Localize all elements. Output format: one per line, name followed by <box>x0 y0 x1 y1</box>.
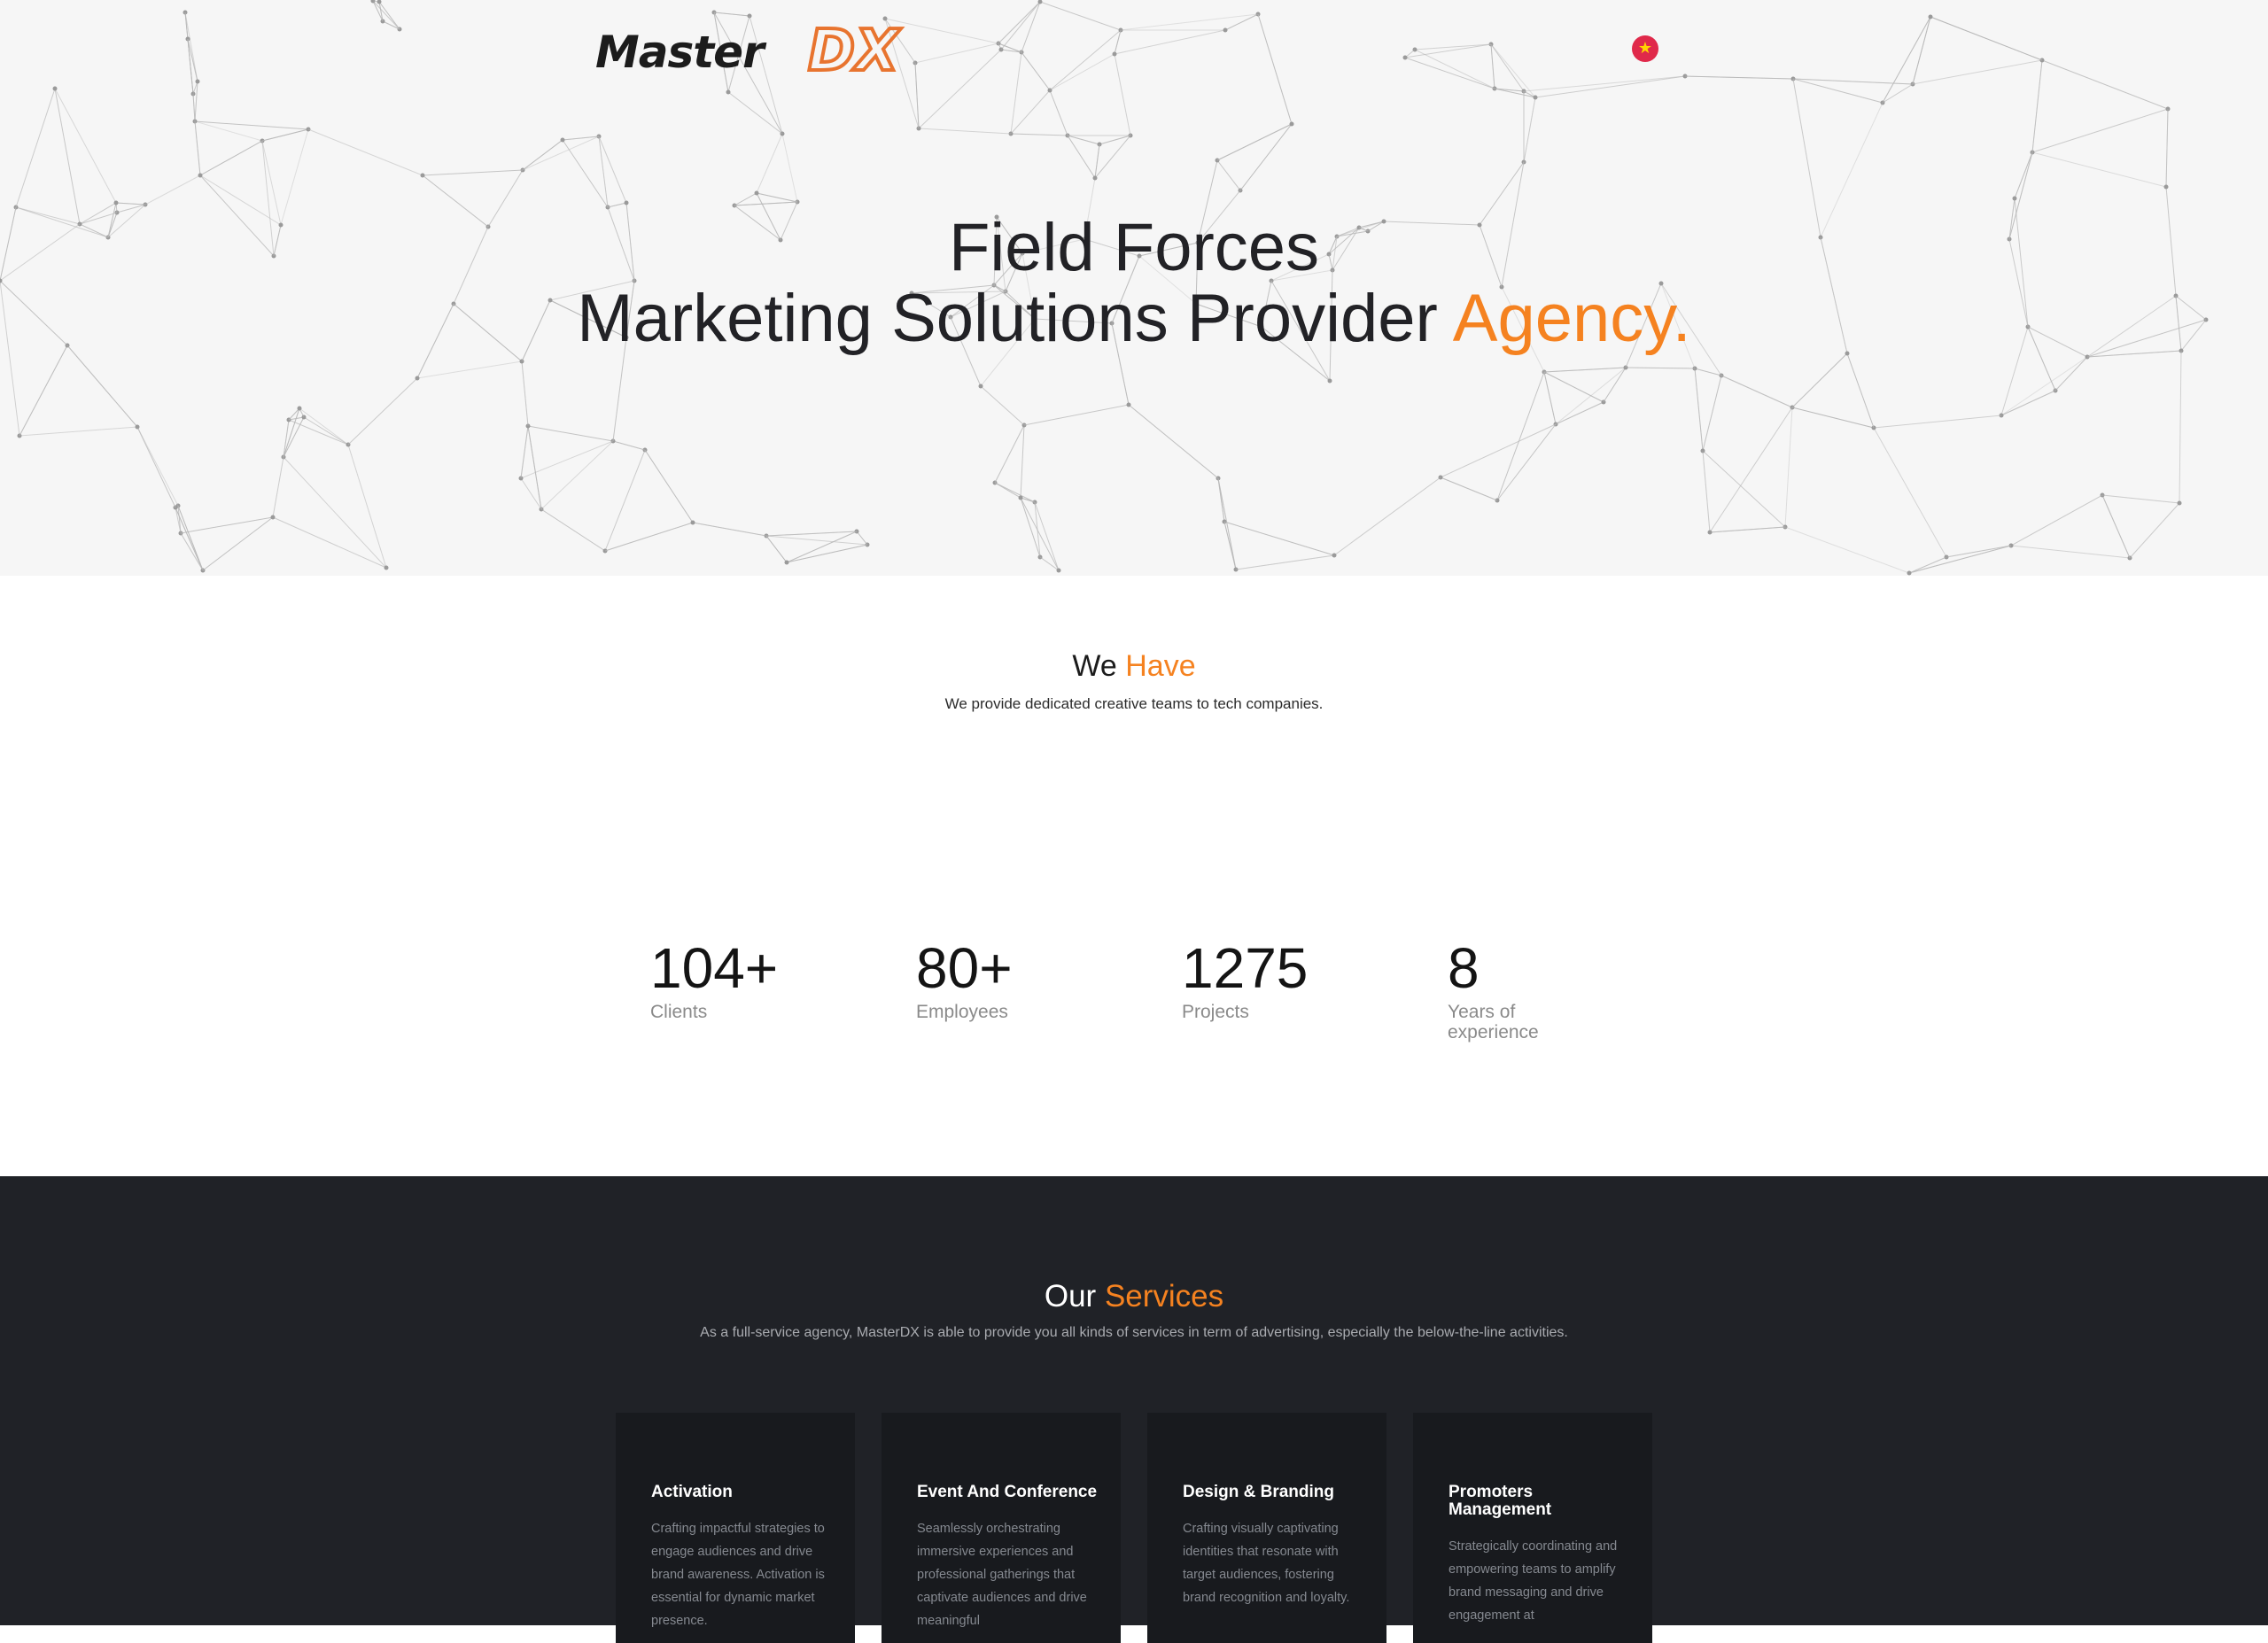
vietnam-flag-icon[interactable]: ★ <box>1632 35 1658 62</box>
stat-employees: 80+ Employees <box>916 934 1146 1022</box>
hero-accent: Agency. <box>1452 281 1691 356</box>
stat-years: 8 Years of experience <box>1448 934 1678 1042</box>
hero-section: Master DX ★ Field Forces Marketing Solut… <box>0 0 2268 576</box>
we-have-subtitle: We provide dedicated creative teams to t… <box>944 695 1324 712</box>
stat-label: Projects <box>1182 1002 1249 1022</box>
card-title: Activation <box>651 1483 733 1501</box>
stat-projects: 1275 Projects <box>1182 934 1412 1022</box>
service-card-activation[interactable]: Activation Crafting impactful strategies… <box>616 1413 855 1643</box>
card-title: Promoters Management <box>1449 1483 1552 1519</box>
card-description: Crafting impactful strategies to engage … <box>651 1522 825 1628</box>
hero-line-1: Field Forces <box>948 210 1320 285</box>
stat-value: 104+ <box>650 936 779 1000</box>
logo-word: Master <box>595 27 765 78</box>
stat-label: Years of experience <box>1448 1002 1539 1042</box>
masterdx-logo[interactable]: Master DX <box>595 21 900 81</box>
services-title: Our Services <box>0 1279 2268 1314</box>
service-card-promoters-management[interactable]: Promoters Management Strategically coord… <box>1413 1413 1652 1643</box>
stat-label: Clients <box>650 1002 708 1022</box>
card-description: Crafting visually captivating identities… <box>1183 1522 1350 1605</box>
we-have-title: We Have <box>0 649 2268 684</box>
hero-line-2: Marketing Solutions Provider <box>577 281 1438 356</box>
services-title-plain: Our <box>1044 1279 1097 1314</box>
services-subtitle: As a full-service agency, MasterDX is ab… <box>700 1325 1568 1340</box>
service-card-event-conference[interactable]: Event And Conference Seamlessly orchestr… <box>882 1413 1121 1643</box>
we-have-title-accent: Have <box>1125 649 1196 683</box>
services-title-accent: Services <box>1104 1279 1224 1314</box>
stat-value: 80+ <box>916 936 1013 1000</box>
logo-mark: DX <box>806 19 900 84</box>
card-title: Design & Branding <box>1183 1483 1335 1501</box>
stat-value: 1275 <box>1182 936 1309 1000</box>
card-description: Strategically coordinating and empowerin… <box>1449 1539 1618 1623</box>
service-card-design-branding[interactable]: Design & Branding Crafting visually capt… <box>1147 1413 1386 1643</box>
stat-clients: 104+ Clients <box>650 934 881 1022</box>
card-title: Event And Conference <box>917 1483 1098 1501</box>
hero-title: Field Forces Marketing Solutions Provide… <box>0 213 2268 354</box>
we-have-title-plain: We <box>1072 649 1117 683</box>
stat-value: 8 <box>1448 936 1480 1000</box>
card-description: Seamlessly orchestrating immersive exper… <box>917 1522 1087 1628</box>
stat-label: Employees <box>916 1002 1008 1022</box>
services-section: Our Services As a full-service agency, M… <box>0 1176 2268 1643</box>
